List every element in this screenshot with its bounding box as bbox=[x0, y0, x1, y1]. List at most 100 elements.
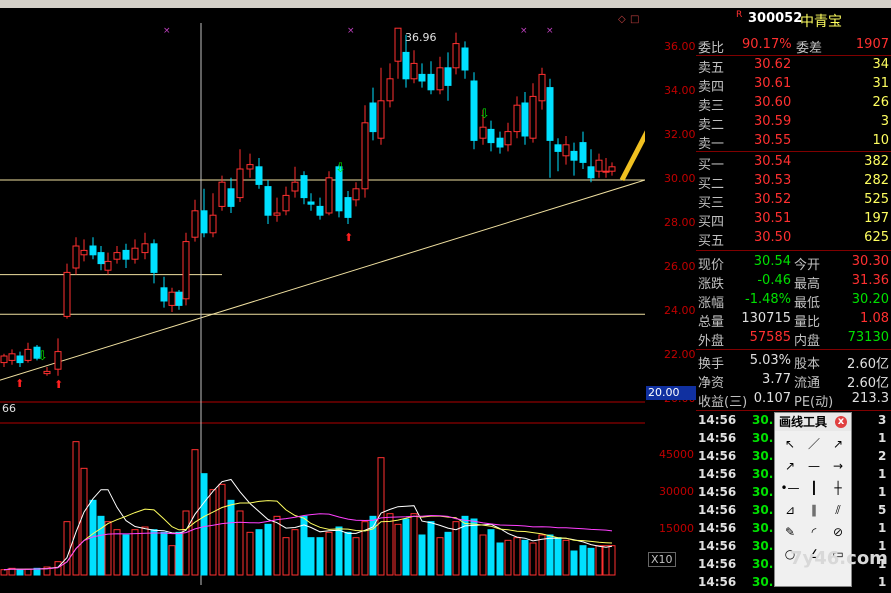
stat-row: 总量 130715 量比 1.08 bbox=[696, 310, 891, 330]
buy-row[interactable]: 买三 30.52 525 bbox=[696, 191, 891, 211]
volume-bar bbox=[513, 537, 521, 576]
pen-icon[interactable]: ✎ bbox=[779, 523, 801, 541]
weibi-label: 委比 bbox=[698, 41, 725, 56]
square-icon: □ bbox=[630, 14, 639, 25]
candle-body bbox=[191, 210, 199, 238]
candle-body bbox=[246, 164, 254, 170]
parallel-icon[interactable]: ∥ bbox=[803, 501, 825, 519]
candle-body bbox=[63, 271, 71, 317]
candle-body bbox=[496, 137, 504, 148]
stat-value: -1.48% bbox=[745, 292, 791, 307]
volume-bar bbox=[24, 568, 32, 576]
buy-price: 30.52 bbox=[754, 192, 792, 207]
ray-icon[interactable]: ↗ bbox=[827, 435, 849, 453]
dot-line-icon[interactable]: •— bbox=[779, 479, 801, 497]
left-edge-label: 66 bbox=[2, 402, 16, 415]
volume-bar bbox=[344, 531, 352, 576]
stat-value: -0.46 bbox=[757, 273, 791, 288]
candle-body bbox=[595, 159, 603, 172]
sell-row[interactable]: 卖一 30.55 10 bbox=[696, 132, 891, 152]
tick-price: 30. bbox=[752, 431, 774, 445]
volume-bar bbox=[352, 537, 360, 576]
vline-icon[interactable]: ┃ bbox=[803, 479, 825, 497]
buy-volume: 382 bbox=[864, 154, 889, 169]
candle-body bbox=[386, 78, 394, 102]
volume-bar bbox=[282, 537, 290, 576]
volume-bar bbox=[182, 510, 190, 576]
candle-body bbox=[461, 47, 469, 71]
volume-bar bbox=[418, 534, 426, 576]
buy-row[interactable]: 买四 30.51 197 bbox=[696, 210, 891, 230]
candle-body bbox=[141, 243, 149, 254]
price-tick-label: 26.00 bbox=[664, 260, 696, 273]
buy-volume: 525 bbox=[864, 192, 889, 207]
stat-label: 量比 bbox=[794, 315, 821, 330]
circle-icon[interactable]: ⊘ bbox=[827, 523, 849, 541]
volume-bar bbox=[150, 529, 158, 576]
channel-icon[interactable]: ⫽ bbox=[827, 501, 849, 519]
buy-row[interactable]: 买一 30.54 382 bbox=[696, 153, 891, 173]
buy-label: 买一 bbox=[698, 158, 725, 173]
candle-body bbox=[307, 201, 315, 205]
volume-bar bbox=[122, 534, 130, 576]
kline-chart[interactable]: × × × × ⇩ ⇩ ⇩ ⬆ ⬆ ⬆ 36.96 66 ◇ □ bbox=[0, 8, 645, 585]
segment-icon[interactable]: — bbox=[803, 457, 825, 475]
tick-count: 2 bbox=[878, 449, 887, 463]
fin-value: 2.60亿 bbox=[847, 376, 889, 391]
candle-body bbox=[410, 62, 418, 80]
buy-price: 30.50 bbox=[754, 230, 792, 245]
volume-bar bbox=[479, 534, 487, 576]
tick-price: 30. bbox=[752, 413, 774, 427]
price-tick-label: 34.00 bbox=[664, 84, 696, 97]
sell-row[interactable]: 卖二 30.59 3 bbox=[696, 113, 891, 133]
candle-body bbox=[255, 166, 263, 185]
tick-time: 14:56 bbox=[698, 503, 737, 517]
candle-body bbox=[175, 291, 183, 306]
candle-body bbox=[504, 131, 512, 146]
fin-row: 换手 5.03% 股本 2.60亿 bbox=[696, 352, 891, 372]
cursor-icon[interactable]: ↖ bbox=[779, 435, 801, 453]
sell-row[interactable]: 卖四 30.61 31 bbox=[696, 75, 891, 95]
volume-bar bbox=[410, 513, 418, 576]
candle-body bbox=[264, 186, 272, 216]
buy-row[interactable]: 买二 30.53 282 bbox=[696, 172, 891, 192]
stat-label: 涨幅 bbox=[698, 296, 725, 311]
fib-icon[interactable]: ⊿ bbox=[779, 501, 801, 519]
sell-volume: 31 bbox=[872, 76, 889, 91]
candle-body bbox=[452, 43, 460, 69]
tool-window-title[interactable]: 画线工具 x bbox=[775, 413, 851, 431]
fin-value: 5.03% bbox=[749, 353, 791, 368]
weibi-row: 委比 90.17% 委差 1907 bbox=[696, 36, 891, 56]
candle-body bbox=[394, 27, 402, 62]
fin-row: 收益(三) 0.107 PE(动) 213.3 bbox=[696, 390, 891, 410]
sell-row[interactable]: 卖五 30.62 34 bbox=[696, 56, 891, 76]
volume-tick-label: 45000 bbox=[659, 448, 694, 461]
volume-bar bbox=[386, 513, 394, 576]
panel-divider bbox=[696, 250, 891, 251]
hline-icon[interactable]: → bbox=[827, 457, 849, 475]
cross-icon[interactable]: ┼ bbox=[827, 479, 849, 497]
candle-body bbox=[182, 241, 190, 300]
candle-body bbox=[16, 355, 24, 364]
tick-time: 14:56 bbox=[698, 539, 737, 553]
sell-volume: 34 bbox=[872, 57, 889, 72]
down-arrow-icon: ⇩ bbox=[37, 349, 48, 364]
fin-label: 收益(三) bbox=[698, 395, 748, 410]
line-icon[interactable]: ／ bbox=[803, 435, 825, 453]
volume-bar bbox=[587, 547, 595, 576]
candle-body bbox=[0, 355, 8, 364]
sell-row[interactable]: 卖三 30.60 26 bbox=[696, 94, 891, 114]
volume-bar bbox=[113, 529, 121, 576]
arc-icon[interactable]: ◜ bbox=[803, 523, 825, 541]
volume-bar bbox=[63, 521, 71, 576]
price-tick-label: 28.00 bbox=[664, 216, 696, 229]
arrow-line-icon[interactable]: ↗ bbox=[779, 457, 801, 475]
buy-row[interactable]: 买五 30.50 625 bbox=[696, 229, 891, 249]
volume-bar bbox=[470, 518, 478, 576]
close-icon[interactable]: x bbox=[835, 416, 847, 428]
up-arrow-icon: ⬆ bbox=[54, 378, 63, 391]
stock-name: 中青宝 bbox=[800, 14, 842, 30]
candle-body bbox=[8, 353, 16, 361]
candle-body bbox=[104, 260, 112, 271]
tick-time: 14:56 bbox=[698, 467, 737, 481]
